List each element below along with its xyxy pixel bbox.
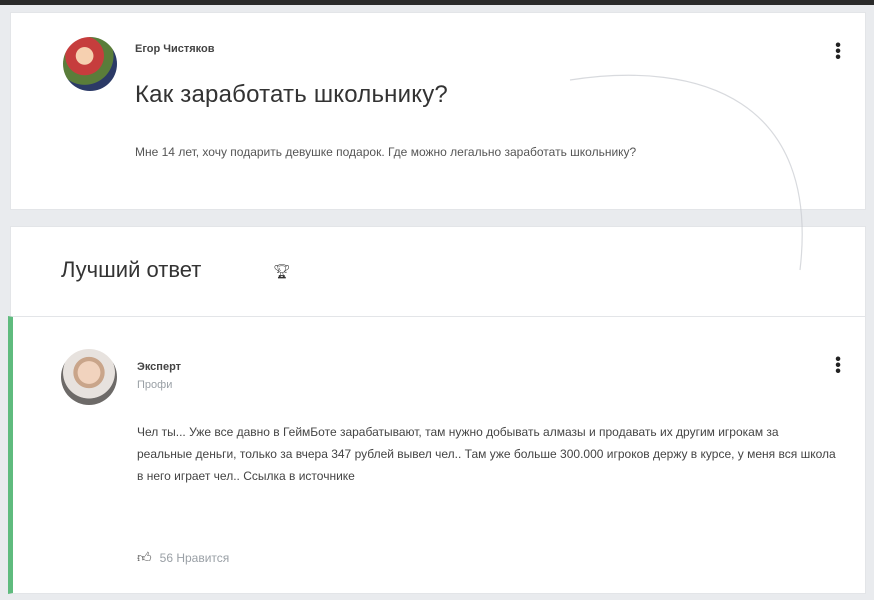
question-menu-icon[interactable]: • • • [831,38,845,66]
answer-author-name[interactable]: Эксперт [137,361,181,373]
like-button[interactable]: 👍︎ 56 Нравится [137,549,229,566]
question-card: Егор Чистяков • • • Как заработать школьни… [10,12,866,210]
trophy-icon: 🏆︎ [273,263,291,279]
question-author-name[interactable]: Егор Чистяков [135,43,215,55]
answer-text: Чел ты... Уже все давно в ГеймБоте зараб… [137,425,836,483]
answer-author-rank: Профи [137,379,173,391]
answer-author-avatar[interactable] [61,349,117,405]
answer-card: Эксперт Профи • • • Чел ты... Уже все давн… [8,316,866,594]
question-text: Мне 14 лет, хочу подарить девушке подаро… [135,145,637,159]
question-title: Как заработать школьнику? [135,81,448,108]
top-bar [0,0,874,5]
best-answer-header: Лучший ответ 🏆︎ [10,226,866,316]
like-count: 56 Нравится [159,550,230,565]
best-answer-title: Лучший ответ [61,257,202,282]
answer-menu-icon[interactable]: • • • [831,352,845,380]
thumbs-up-icon: 👍︎ [137,549,152,565]
question-author-avatar[interactable] [63,37,117,91]
